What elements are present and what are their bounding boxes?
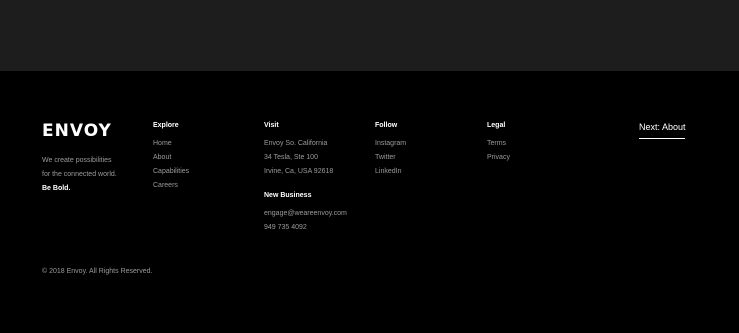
- explore-link-about[interactable]: About: [153, 151, 189, 165]
- top-content-band: [0, 0, 739, 71]
- follow-link-instagram[interactable]: Instagram: [375, 137, 406, 151]
- address-line-2: 34 Tesla, Ste 100: [264, 154, 318, 161]
- next-link-underline: [639, 138, 685, 139]
- brand-tagline: We create possibilities for the connecte…: [42, 154, 117, 196]
- tagline-bold: Be Bold.: [42, 185, 71, 192]
- new-business-phone-link[interactable]: 949 735 4092: [264, 221, 347, 235]
- tagline-line-2: for the connected world.: [42, 171, 117, 178]
- address-line-1: Envoy So. California: [264, 140, 328, 147]
- next-page-link[interactable]: Next: About: [639, 121, 686, 133]
- follow-link-twitter[interactable]: Twitter: [375, 151, 406, 165]
- follow-title: Follow: [375, 122, 398, 129]
- explore-link-careers[interactable]: Careers: [153, 179, 189, 193]
- site-footer: ENVOY We create possibilities for the co…: [0, 71, 739, 333]
- legal-link-privacy[interactable]: Privacy: [487, 151, 510, 165]
- legal-title: Legal: [487, 122, 506, 129]
- explore-title: Explore: [153, 122, 179, 129]
- follow-column: Follow Instagram Twitter LinkedIn: [375, 121, 406, 179]
- address-line-3: Irvine, Ca, USA 92618: [264, 168, 334, 175]
- explore-column: Explore Home About Capabilities Careers: [153, 121, 189, 193]
- copyright-notice: © 2018 Envoy. All Rights Reserved.: [42, 268, 153, 275]
- explore-link-home[interactable]: Home: [153, 137, 189, 151]
- tagline-line-1: We create possibilities: [42, 157, 112, 164]
- visit-column: Visit Envoy So. California 34 Tesla, Ste…: [264, 121, 347, 235]
- legal-link-terms[interactable]: Terms: [487, 137, 510, 151]
- new-business-title: New Business: [264, 192, 312, 199]
- new-business-block: New Business engage@weareenvoy.com 949 7…: [264, 191, 347, 235]
- envoy-logo[interactable]: ENVOY: [42, 121, 112, 141]
- new-business-email-link[interactable]: engage@weareenvoy.com: [264, 207, 347, 221]
- legal-column: Legal Terms Privacy: [487, 121, 510, 165]
- follow-link-linkedin[interactable]: LinkedIn: [375, 165, 406, 179]
- visit-title: Visit: [264, 122, 279, 129]
- explore-link-capabilities[interactable]: Capabilities: [153, 165, 189, 179]
